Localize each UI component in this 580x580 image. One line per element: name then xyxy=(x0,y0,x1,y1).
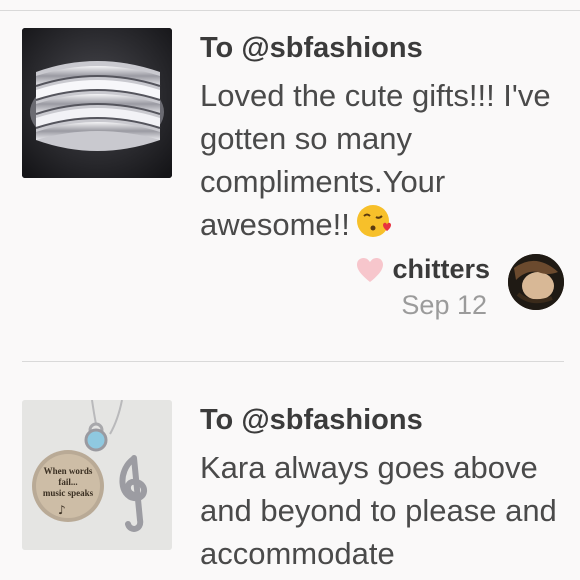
review-text: Loved the cute gifts!!! I've gotten so m… xyxy=(200,74,570,250)
recipient-handle-link[interactable]: @sbfashions xyxy=(241,404,422,436)
recipient-prefix: To xyxy=(200,32,242,64)
recipient-handle-link[interactable]: @sbfashions xyxy=(241,32,422,64)
review-recipient: To @sbfashions xyxy=(200,32,423,65)
kissing-face-heart-emoji xyxy=(356,203,392,250)
svg-text:♪: ♪ xyxy=(58,503,66,517)
reviewer-name-link[interactable]: chitters xyxy=(392,254,490,285)
ring-product-photo[interactable] xyxy=(22,28,172,178)
svg-text:music speaks: music speaks xyxy=(43,488,94,498)
pendant-engraving: When words xyxy=(44,466,93,476)
music-necklace-product-photo[interactable]: When words fail... music speaks ♪ xyxy=(22,400,172,550)
reviewer-info: chitters xyxy=(356,254,490,285)
heart-icon[interactable] xyxy=(356,257,384,283)
review-text: Kara always goes above and beyond to ple… xyxy=(200,450,557,571)
review-divider xyxy=(22,361,564,362)
top-divider xyxy=(0,10,580,11)
reviewer-avatar[interactable] xyxy=(508,254,564,310)
review-date: Sep 12 xyxy=(401,290,487,320)
svg-text:fail...: fail... xyxy=(58,477,77,487)
recipient-prefix: To xyxy=(200,404,242,436)
review-recipient: To @sbfashions xyxy=(200,404,423,437)
